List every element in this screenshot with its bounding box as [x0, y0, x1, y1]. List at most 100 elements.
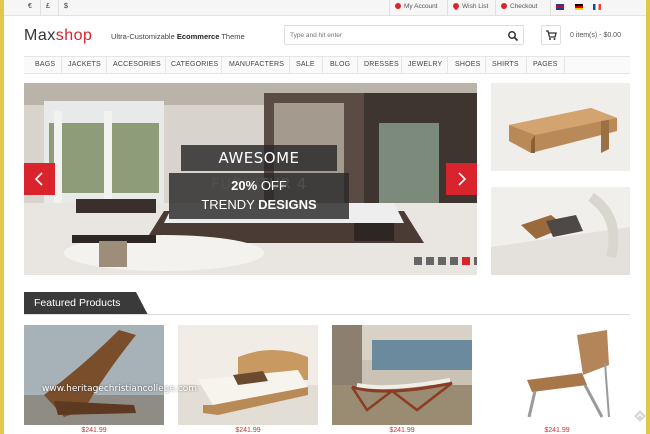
nav-divider — [221, 57, 222, 73]
cart-icon — [546, 30, 557, 40]
tagline-prefix: Ultra-Customizable — [111, 32, 177, 41]
uk-flag-icon[interactable] — [556, 4, 564, 10]
search-input[interactable] — [290, 29, 490, 42]
nav-item-shoes[interactable]: SHOES — [455, 61, 481, 68]
slider-dot[interactable] — [450, 257, 458, 265]
promo-designs: DESIGNS — [258, 197, 317, 212]
promo-body: 20% OFF TRENDY DESIGNS — [169, 173, 349, 219]
slider-next-button[interactable] — [446, 163, 477, 195]
nav-item-blog[interactable]: BLOG — [330, 61, 350, 68]
nav-item-accesories[interactable]: ACCESORIES — [113, 61, 161, 68]
nav-item-bags[interactable]: BAGS — [35, 61, 55, 68]
slider-dot[interactable] — [414, 257, 422, 265]
page-frame: € £ $ My Account Wish List Checkout Maxs… — [4, 0, 646, 434]
nav-divider — [61, 57, 62, 73]
nav-item-sale[interactable]: SALE — [296, 61, 315, 68]
promo-line-2: TRENDY DESIGNS — [169, 197, 349, 212]
slider-dot-active[interactable] — [462, 257, 470, 265]
nav-divider — [357, 57, 358, 73]
nav-divider — [401, 57, 402, 73]
promo-heading: AWESOME FURNITUR 4 — [181, 145, 337, 193]
divider — [447, 0, 448, 16]
currency-pound[interactable]: £ — [46, 3, 50, 10]
top-utility-bar: € £ $ My Account Wish List Checkout — [4, 0, 646, 16]
cart-button[interactable] — [541, 25, 561, 45]
my-account-link[interactable]: My Account — [395, 3, 438, 10]
chevron-left-icon — [34, 172, 43, 186]
main-nav: BAGS JACKETS ACCESORIES CATEGORIES MANUF… — [24, 56, 630, 74]
side-banner-pillows[interactable] — [491, 187, 630, 275]
currency-euro[interactable]: € — [28, 3, 32, 10]
nav-item-jewelry[interactable]: JEWELRY — [408, 61, 442, 68]
product-image-lounge-chair — [24, 325, 164, 425]
promo-banner: AWESOME FURNITUR 4 20% OFF TRENDY DESIGN… — [169, 143, 349, 221]
maxshop-logo[interactable]: Maxshop — [24, 27, 92, 45]
nav-divider — [165, 57, 166, 73]
nav-divider — [485, 57, 486, 73]
divider — [389, 0, 390, 16]
my-account-label: My Account — [404, 3, 438, 10]
nav-divider — [526, 57, 527, 73]
featured-products-title: Featured Products — [34, 297, 121, 309]
divider — [40, 0, 41, 16]
nav-item-categories[interactable]: CATEGORIES — [171, 61, 218, 68]
user-icon — [395, 3, 401, 9]
slider-dot[interactable] — [438, 257, 446, 265]
nav-divider — [322, 57, 323, 73]
product-price: $241.99 — [235, 427, 261, 434]
pillows-photo — [491, 187, 630, 275]
divider — [550, 0, 551, 16]
slider-prev-button[interactable] — [24, 163, 55, 195]
nav-item-shirts[interactable]: SHIRTS — [492, 61, 519, 68]
nav-divider — [289, 57, 290, 73]
product-image-daybed — [332, 325, 472, 425]
promo-line-1: 20% OFF — [169, 178, 349, 193]
promo-trendy: TRENDY — [201, 197, 259, 212]
checkout-link[interactable]: Checkout — [501, 3, 537, 10]
hero-slider[interactable]: AWESOME FURNITUR 4 20% OFF TRENDY DESIGN… — [24, 83, 477, 275]
side-banner-wood-table[interactable] — [491, 83, 630, 171]
product-card[interactable] — [487, 325, 627, 425]
product-price: $241.99 — [544, 427, 570, 434]
watermark-text: www.heritagechristiancollege.com — [42, 384, 197, 394]
product-image-chair — [487, 325, 627, 425]
scroll-to-top-icon[interactable] — [634, 410, 646, 422]
tagline-suffix: Theme — [219, 32, 245, 41]
heart-icon — [451, 1, 461, 11]
checkout-icon — [501, 3, 507, 9]
product-price: $241.99 — [81, 427, 107, 434]
search-box — [284, 25, 524, 45]
product-card[interactable] — [178, 325, 318, 425]
product-price: $241.99 — [389, 427, 415, 434]
search-icon[interactable] — [507, 30, 519, 42]
site-tagline: Ultra-Customizable Ecommerce Theme — [111, 32, 245, 41]
logo-text-max: Max — [24, 27, 56, 44]
slider-dot[interactable] — [474, 257, 477, 265]
wood-table-photo — [491, 83, 630, 171]
featured-divider — [24, 314, 630, 315]
fr-flag-icon[interactable] — [593, 4, 601, 10]
nav-divider — [106, 57, 107, 73]
promo-discount: 20% — [231, 178, 258, 193]
nav-item-jackets[interactable]: JACKETS — [68, 61, 101, 68]
nav-item-manufacters[interactable]: MANUFACTERS — [229, 61, 284, 68]
divider — [58, 0, 59, 16]
nav-divider — [564, 57, 565, 73]
wish-list-link[interactable]: Wish List — [451, 1, 489, 11]
wish-list-label: Wish List — [462, 3, 489, 10]
tagline-bold: Ecommerce — [176, 32, 220, 41]
de-flag-icon[interactable] — [575, 4, 583, 10]
slider-dot[interactable] — [426, 257, 434, 265]
product-image-bed — [178, 325, 318, 425]
checkout-label: Checkout — [510, 3, 538, 10]
promo-off: OFF — [257, 178, 287, 193]
divider — [495, 0, 496, 16]
currency-dollar[interactable]: $ — [64, 3, 68, 10]
nav-item-pages[interactable]: PAGES — [533, 61, 558, 68]
nav-divider — [447, 57, 448, 73]
product-card[interactable] — [24, 325, 164, 425]
nav-item-dresses[interactable]: DRESSES — [364, 61, 399, 68]
cart-summary[interactable]: 0 item(s) - $0.00 — [570, 32, 621, 39]
logo-text-shop: shop — [55, 27, 93, 44]
product-card[interactable] — [332, 325, 472, 425]
